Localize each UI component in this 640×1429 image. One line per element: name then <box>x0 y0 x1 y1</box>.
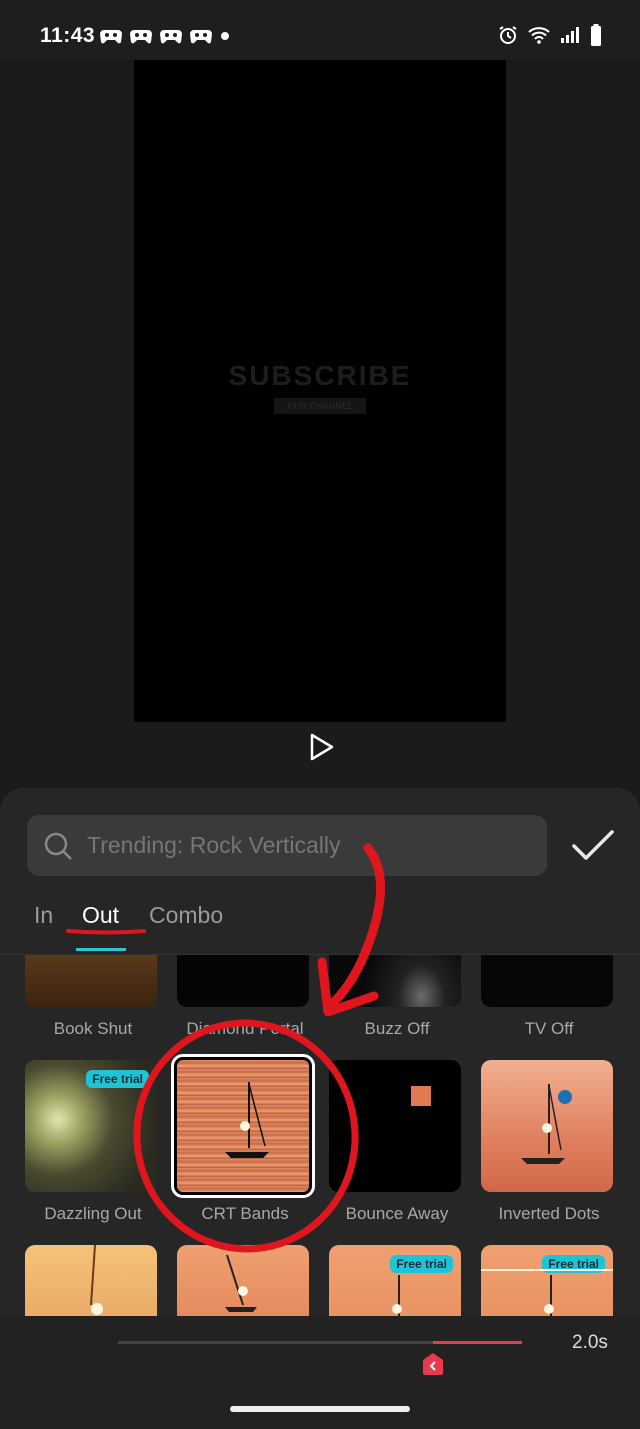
animation-label: Inverted Dots <box>498 1204 600 1223</box>
animation-thumb[interactable]: Free trial <box>329 1245 461 1316</box>
search-box[interactable] <box>27 815 547 876</box>
animation-label: Dazzling Out <box>44 1204 142 1223</box>
animation-thumb-dazzling-out[interactable]: Free trial <box>25 1060 157 1192</box>
video-preview-area: SUBSCRIBE OUR CHANNEL <box>0 60 640 722</box>
play-button[interactable] <box>306 732 336 762</box>
animation-thumb-inverted-dots[interactable] <box>481 1060 613 1192</box>
sailboat-icon <box>225 1082 269 1158</box>
search-input[interactable] <box>87 815 527 876</box>
animation-thumb-buzz-off[interactable] <box>329 955 461 1007</box>
animation-thumb-tv-off[interactable] <box>481 955 613 1007</box>
animation-thumb[interactable] <box>177 1245 309 1316</box>
animation-thumb[interactable] <box>25 1245 157 1316</box>
sailboat-icon <box>225 1254 257 1312</box>
notification-dot-icon <box>221 32 229 40</box>
bounce-square <box>411 1086 431 1106</box>
animation-label: Buzz Off <box>364 1019 430 1038</box>
animation-thumb-book-shut[interactable] <box>25 955 157 1007</box>
system-icons <box>498 24 602 46</box>
animation-label: CRT Bands <box>201 1204 289 1223</box>
home-indicator[interactable] <box>230 1406 410 1412</box>
game-controller-icon <box>130 30 152 44</box>
alarm-icon <box>499 26 517 44</box>
overlay-title: SUBSCRIBE <box>228 360 412 391</box>
animation-grid: Book Shut Diamond Portal Buzz Off TV Off… <box>0 955 640 1316</box>
game-controller-icon <box>190 30 212 44</box>
animation-label: Book Shut <box>53 1019 133 1038</box>
duration-value: 2.0s <box>572 1332 608 1353</box>
tab-out[interactable]: Out <box>82 902 119 929</box>
game-controller-icon <box>160 30 182 44</box>
sailboat-icon <box>90 1245 103 1315</box>
tab-combo[interactable]: Combo <box>149 902 223 929</box>
free-trial-badge: Free trial <box>390 1255 453 1273</box>
playback-controls <box>0 722 640 788</box>
animation-thumb-crt-bands[interactable] <box>171 1054 315 1198</box>
confirm-checkmark-button[interactable] <box>570 828 616 864</box>
animation-tabs: In Out Combo <box>0 898 640 954</box>
search-icon <box>44 832 72 860</box>
animation-thumb-diamond-portal[interactable] <box>177 955 309 1007</box>
notification-icons <box>100 27 212 45</box>
animation-label: Diamond Portal <box>186 1019 304 1038</box>
free-trial-badge: Free trial <box>86 1070 149 1088</box>
overlay-subtitle: OUR CHANNEL <box>274 398 366 414</box>
crt-bands-preview <box>177 1060 309 1192</box>
duration-slider-bar: 2.0s <box>0 1316 640 1429</box>
status-time: 11:43 <box>40 24 96 47</box>
animation-thumb[interactable]: Free trial <box>481 1245 613 1316</box>
animation-label: Bounce Away <box>345 1204 449 1223</box>
glitch-line <box>481 1269 613 1271</box>
signal-icon <box>561 27 579 43</box>
tab-in[interactable]: In <box>34 902 53 929</box>
active-tab-indicator <box>76 948 126 951</box>
duration-track-fill <box>433 1341 522 1344</box>
animation-thumb-bounce-away[interactable] <box>329 1060 461 1192</box>
sailboat-icon <box>521 1084 572 1164</box>
video-preview[interactable]: SUBSCRIBE OUR CHANNEL <box>134 60 506 722</box>
game-controller-icon <box>100 30 122 44</box>
duration-slider-handle[interactable] <box>423 1353 443 1375</box>
battery-icon <box>591 24 601 46</box>
animation-label: TV Off <box>524 1019 574 1038</box>
wifi-icon <box>528 27 550 44</box>
